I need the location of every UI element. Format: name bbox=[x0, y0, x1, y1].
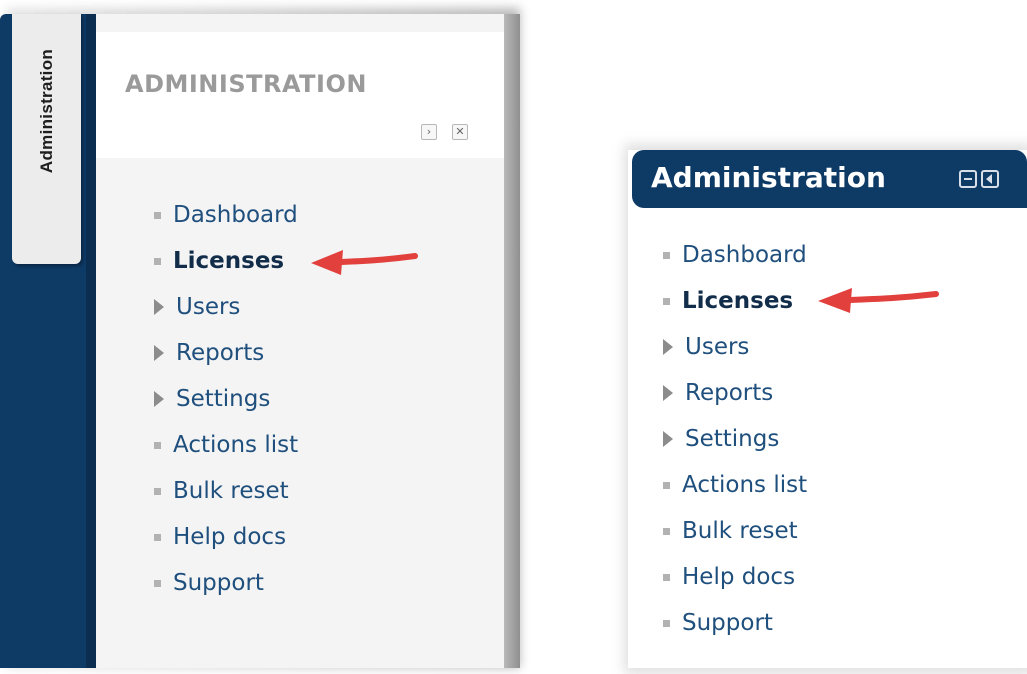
menu-item-label: Dashboard bbox=[682, 242, 807, 268]
menu-item-actions-list[interactable]: Actions list bbox=[148, 430, 298, 460]
dock-sidebar-edge bbox=[86, 14, 96, 668]
administration-block: ADMINISTRATION › ✕ Dashboard Licenses Us… bbox=[96, 14, 520, 668]
menu-item-label: Dashboard bbox=[173, 202, 298, 228]
bullet-icon bbox=[663, 527, 670, 535]
bullet-icon bbox=[663, 481, 670, 489]
menu-item-label: Licenses bbox=[173, 248, 285, 274]
menu-item-dashboard[interactable]: Dashboard bbox=[148, 200, 298, 230]
bullet-icon bbox=[154, 257, 161, 265]
bullet-icon bbox=[154, 211, 161, 219]
expand-arrow-icon bbox=[663, 385, 673, 401]
menu-item-reports[interactable]: Reports bbox=[148, 338, 264, 368]
menu-item-dashboard[interactable]: Dashboard bbox=[657, 240, 807, 270]
left-docked-block: Administration ADMINISTRATION › ✕ Dashbo… bbox=[0, 0, 520, 668]
administration-block-expanded: Administration Dashboard Licenses Users … bbox=[628, 150, 1027, 668]
block-right-edge bbox=[504, 14, 520, 668]
menu-item-settings[interactable]: Settings bbox=[148, 384, 270, 414]
menu-item-support[interactable]: Support bbox=[657, 608, 773, 638]
bullet-icon bbox=[154, 533, 161, 541]
expand-arrow-icon bbox=[663, 431, 673, 447]
move-icon[interactable]: › bbox=[421, 124, 437, 140]
close-icon[interactable]: ✕ bbox=[452, 124, 468, 140]
menu-item-label: Reports bbox=[685, 380, 774, 406]
expand-arrow-icon bbox=[154, 299, 164, 315]
menu-item-licenses[interactable]: Licenses bbox=[657, 286, 793, 316]
minimize-icon[interactable] bbox=[959, 170, 977, 188]
menu-item-label: Bulk reset bbox=[682, 518, 798, 544]
bullet-icon bbox=[154, 579, 161, 587]
menu-item-settings[interactable]: Settings bbox=[657, 424, 779, 454]
menu-item-label: Reports bbox=[176, 340, 265, 366]
menu-item-bulk-reset[interactable]: Bulk reset bbox=[148, 476, 289, 506]
bullet-icon bbox=[663, 297, 670, 305]
menu-item-label: Help docs bbox=[682, 564, 796, 590]
menu-item-label: Actions list bbox=[682, 472, 808, 498]
block-title: Administration bbox=[651, 161, 886, 194]
menu-item-label: Bulk reset bbox=[173, 478, 289, 504]
menu-item-label: Users bbox=[176, 294, 241, 320]
bullet-icon bbox=[663, 251, 670, 259]
menu-item-bulk-reset[interactable]: Bulk reset bbox=[657, 516, 798, 546]
block-header: ADMINISTRATION › ✕ bbox=[96, 32, 504, 158]
dock-icon[interactable] bbox=[981, 170, 999, 188]
dock-tab-label: Administration bbox=[36, 48, 56, 174]
bullet-icon bbox=[663, 573, 670, 581]
expand-arrow-icon bbox=[663, 339, 673, 355]
bullet-icon bbox=[663, 619, 670, 627]
menu-item-actions-list[interactable]: Actions list bbox=[657, 470, 807, 500]
menu-item-label: Support bbox=[682, 610, 773, 636]
menu-item-users[interactable]: Users bbox=[148, 292, 240, 322]
right-block-screenshot: Administration Dashboard Licenses Users … bbox=[624, 144, 1027, 674]
red-arrow-icon bbox=[818, 288, 939, 313]
menu-item-label: Actions list bbox=[173, 432, 299, 458]
menu-item-label: Settings bbox=[176, 386, 271, 412]
expand-arrow-icon bbox=[154, 345, 164, 361]
dock-tab-administration[interactable]: Administration bbox=[12, 14, 81, 264]
menu-item-label: Support bbox=[173, 570, 264, 596]
block-title: ADMINISTRATION bbox=[125, 70, 367, 98]
block-header: Administration bbox=[632, 150, 1027, 208]
menu-item-users[interactable]: Users bbox=[657, 332, 749, 362]
menu-item-label: Licenses bbox=[682, 288, 794, 314]
bullet-icon bbox=[154, 441, 161, 449]
menu-item-licenses[interactable]: Licenses bbox=[148, 246, 284, 276]
menu-item-reports[interactable]: Reports bbox=[657, 378, 773, 408]
red-arrow-icon bbox=[311, 250, 418, 275]
menu-item-help-docs[interactable]: Help docs bbox=[148, 522, 286, 552]
menu-item-label: Users bbox=[685, 334, 750, 360]
menu-item-help-docs[interactable]: Help docs bbox=[657, 562, 795, 592]
expand-arrow-icon bbox=[154, 391, 164, 407]
menu-item-label: Help docs bbox=[173, 524, 287, 550]
menu-item-support[interactable]: Support bbox=[148, 568, 264, 598]
bullet-icon bbox=[154, 487, 161, 495]
menu-item-label: Settings bbox=[685, 426, 780, 452]
